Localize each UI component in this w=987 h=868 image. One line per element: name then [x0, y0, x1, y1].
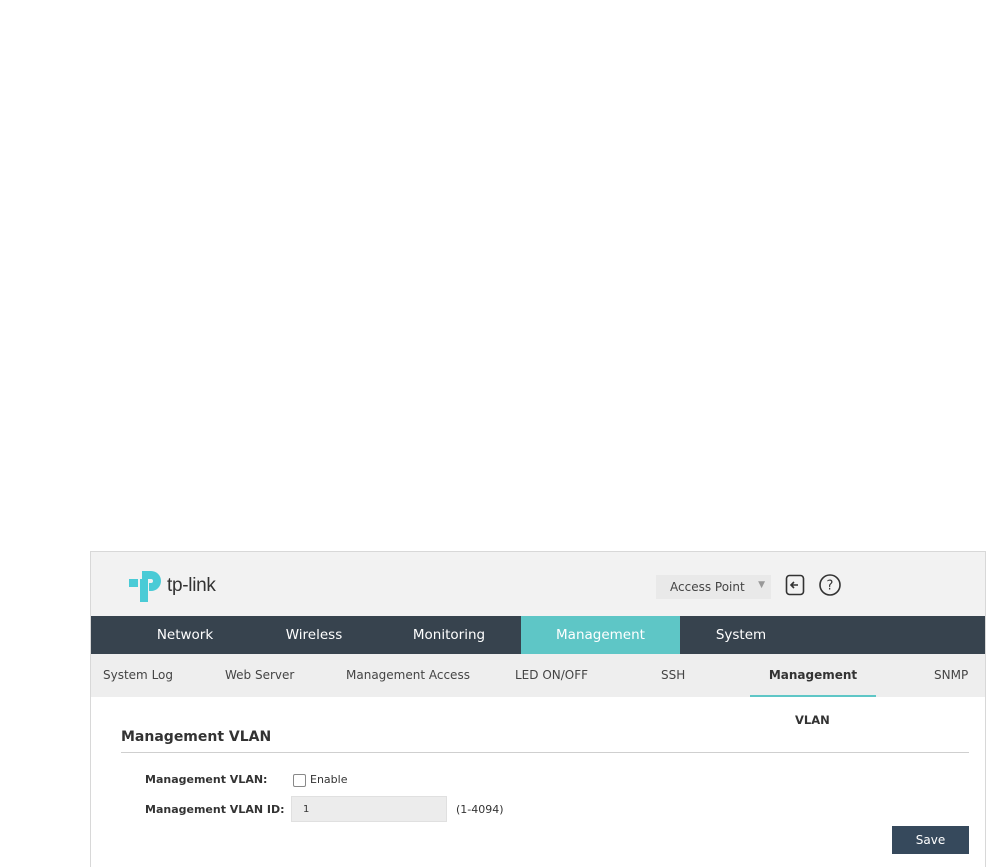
nav-management[interactable]: Management: [521, 616, 680, 654]
active-tab-underline: [750, 695, 876, 697]
tab-web-server[interactable]: Web Server: [225, 654, 294, 697]
tp-link-logo-icon: [129, 571, 161, 602]
tab-management-vlan[interactable]: Management: [750, 654, 876, 697]
tab-management-vlan-wrap: VLAN: [795, 713, 830, 727]
tab-ssh[interactable]: SSH: [661, 654, 685, 697]
enable-label: Enable: [310, 773, 348, 786]
nav-wireless[interactable]: Wireless: [258, 616, 370, 654]
vlan-id-range-hint: (1-4094): [456, 803, 504, 816]
brand-name: tp-link: [167, 575, 216, 596]
logout-icon[interactable]: [783, 573, 807, 597]
main-nav: Network Wireless Monitoring Management S…: [91, 616, 985, 654]
tab-system-log[interactable]: System Log: [103, 654, 173, 697]
sub-nav: System Log Web Server Management Access …: [91, 654, 985, 697]
management-vlan-label: Management VLAN:: [145, 773, 268, 786]
app-window: tp-link Access Point ▼ ? Network Wireles…: [90, 551, 986, 867]
nav-monitoring[interactable]: Monitoring: [392, 616, 506, 654]
tab-led-on-off[interactable]: LED ON/OFF: [515, 654, 588, 697]
management-vlan-id-label: Management VLAN ID:: [145, 803, 285, 816]
nav-system[interactable]: System: [685, 616, 797, 654]
section-divider: [121, 752, 969, 753]
chevron-down-icon: ▼: [758, 580, 765, 590]
mode-select-value: Access Point: [670, 580, 745, 594]
save-button[interactable]: Save: [892, 826, 969, 854]
top-bar: tp-link Access Point ▼ ?: [91, 552, 985, 616]
nav-network[interactable]: Network: [129, 616, 241, 654]
section-title: Management VLAN: [121, 729, 272, 745]
tab-snmp[interactable]: SNMP: [934, 654, 968, 697]
tp-link-logo: tp-link: [129, 568, 216, 604]
help-icon[interactable]: ?: [818, 573, 842, 597]
enable-checkbox[interactable]: [293, 774, 306, 787]
mode-select[interactable]: Access Point ▼: [656, 575, 771, 599]
management-vlan-id-input[interactable]: 1: [291, 796, 447, 822]
tab-management-vlan-label: Management: [768, 668, 858, 682]
svg-text:?: ?: [827, 579, 834, 594]
tab-management-access[interactable]: Management Access: [346, 654, 470, 697]
